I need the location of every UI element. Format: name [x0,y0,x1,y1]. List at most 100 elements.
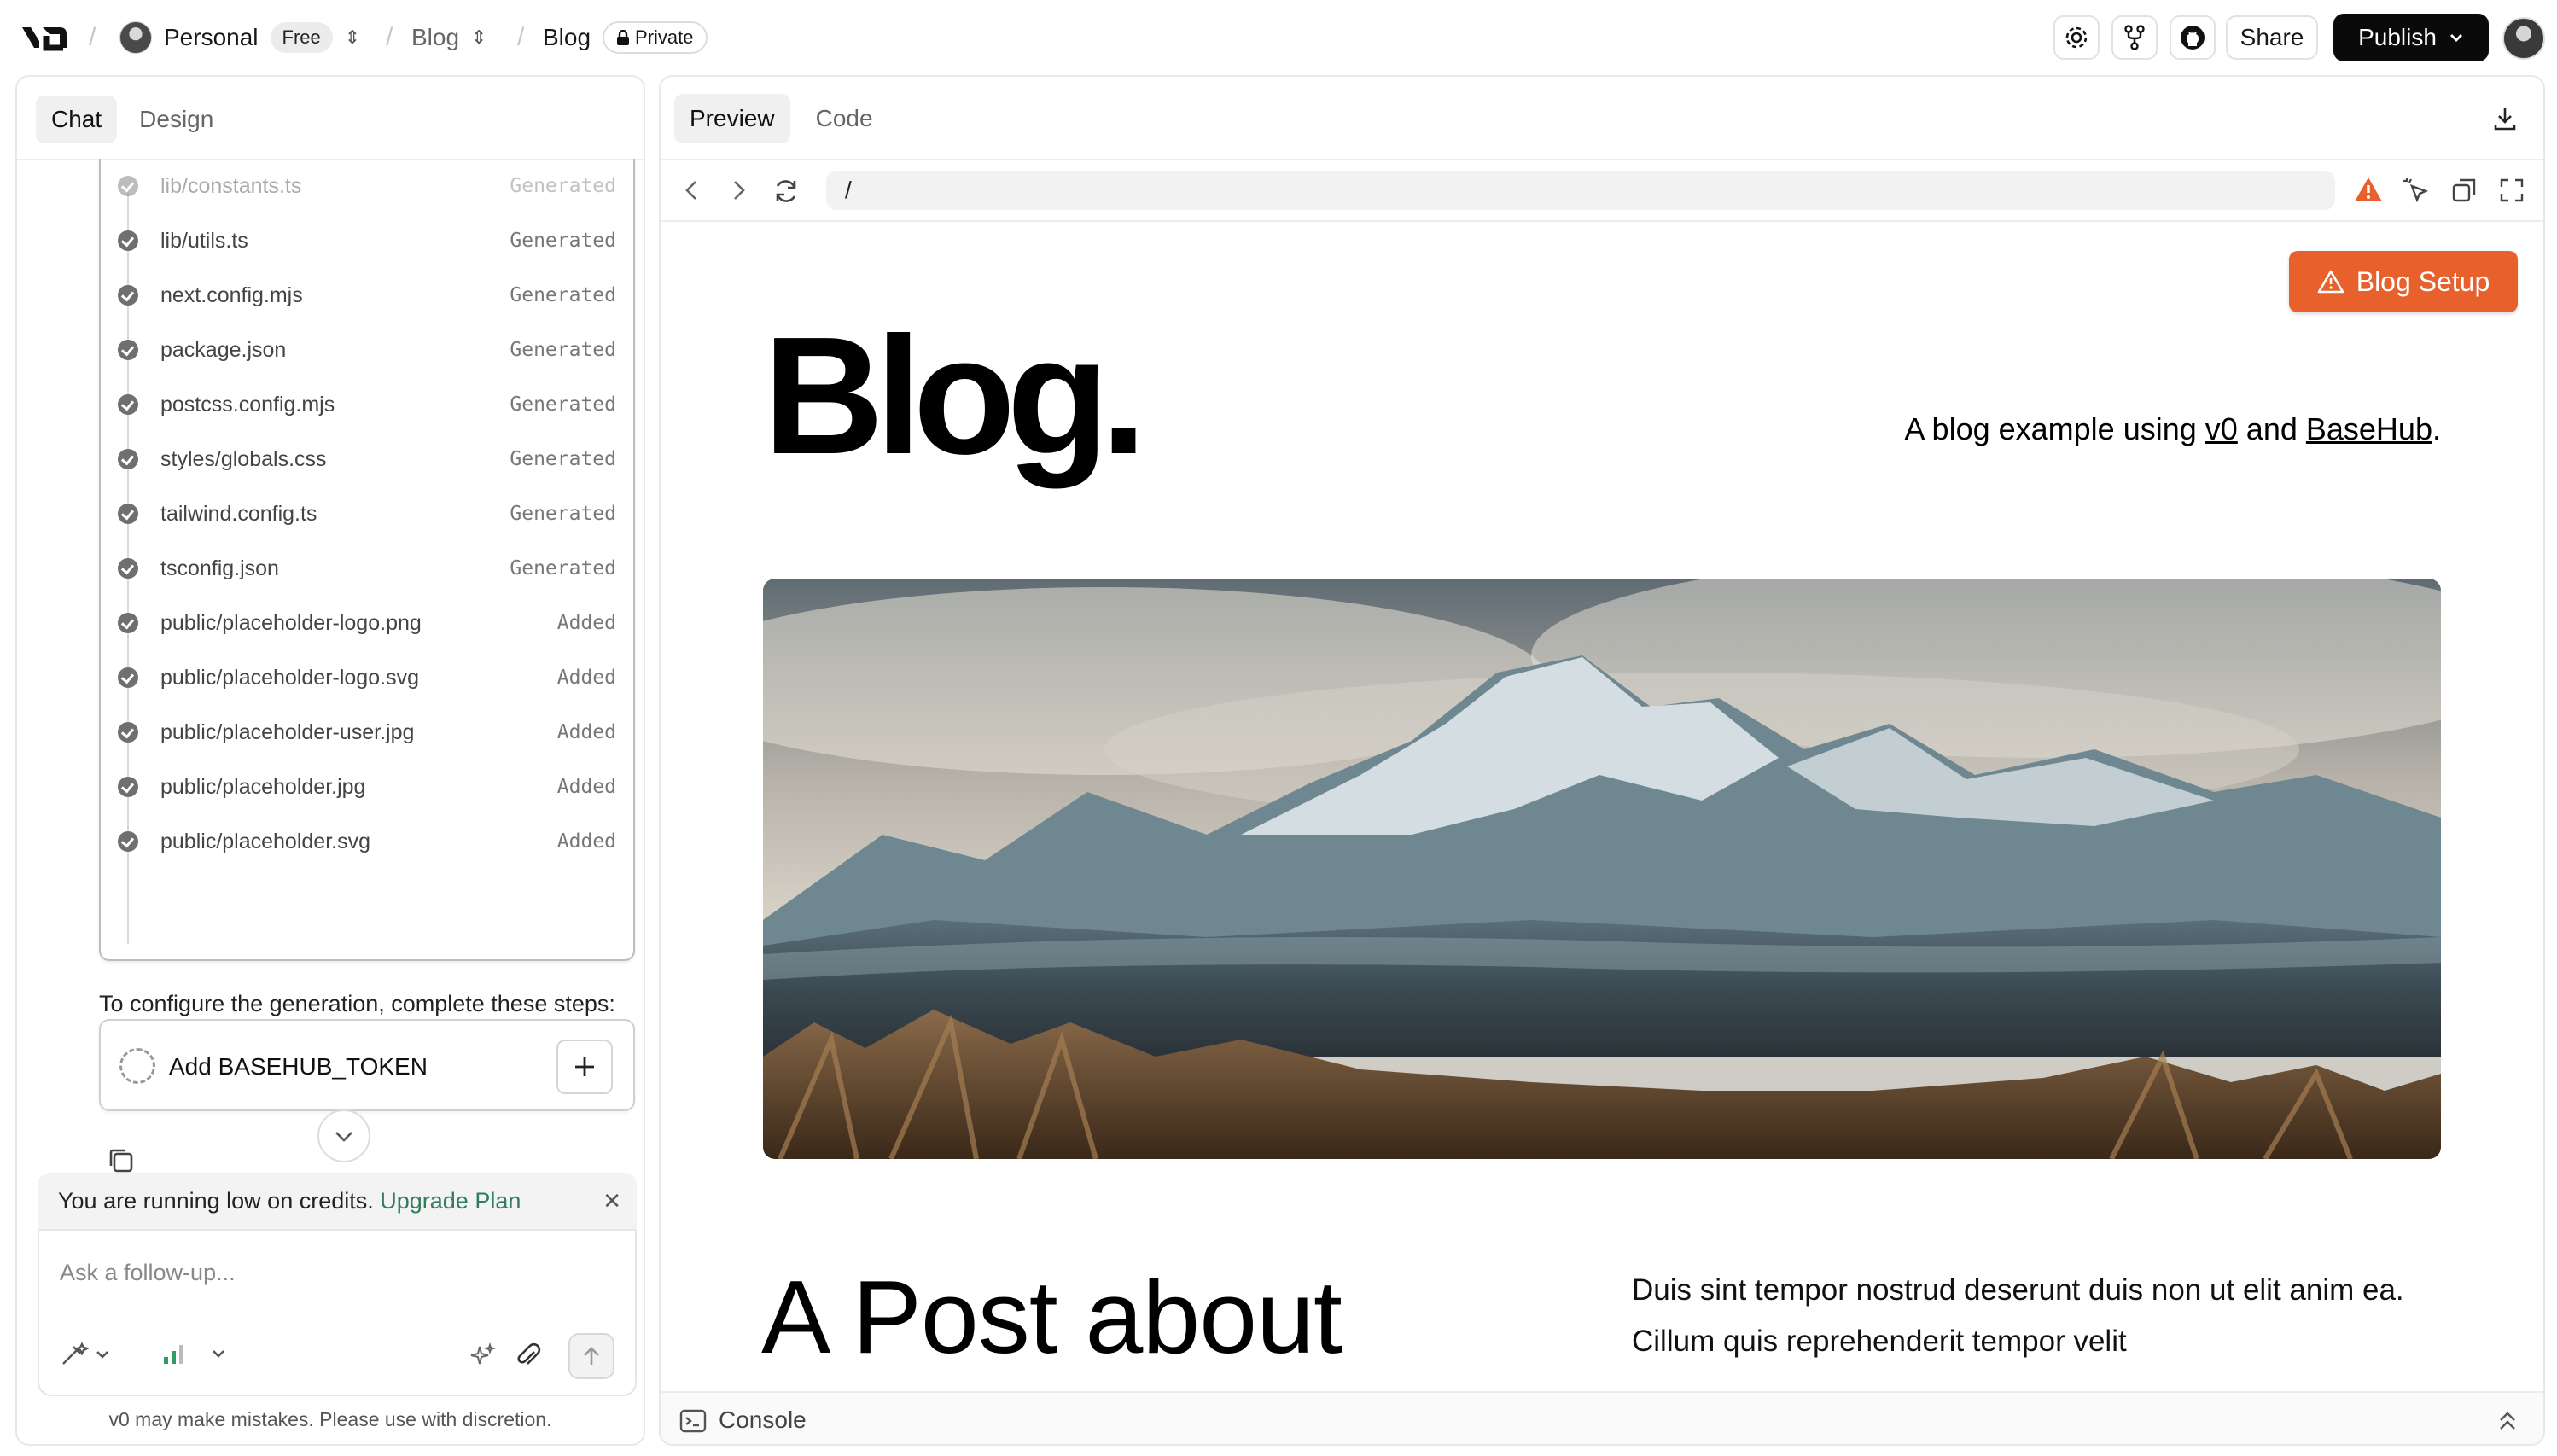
warning-icon[interactable] [2354,176,2383,203]
browser-toolbar: / [661,160,2543,220]
tab-chat[interactable]: Chat [36,96,118,143]
file-status: Added [556,830,616,853]
file-row[interactable]: tailwind.config.ts Generated [101,486,633,541]
settings-button[interactable] [2053,15,2100,60]
visibility-badge[interactable]: Private [603,21,708,54]
file-row[interactable]: public/placeholder.jpg Added [101,760,633,814]
fork-button[interactable] [2111,15,2158,60]
signal-bars-icon [164,1345,183,1364]
file-row[interactable]: public/placeholder-logo.svg Added [101,650,633,705]
tab-code[interactable]: Code [801,94,888,143]
file-status: Added [556,667,616,689]
chat-title[interactable]: Blog Private [543,0,708,75]
project-switcher[interactable]: Blog ⇕ [411,0,486,75]
v0-link[interactable]: v0 [2205,411,2238,446]
file-row[interactable]: postcss.config.mjs Generated [101,377,633,432]
file-row[interactable]: tsconfig.json Generated [101,541,633,596]
forward-icon[interactable] [731,179,748,201]
chevrons-up-icon[interactable] [2497,1410,2518,1432]
copy-icon[interactable] [106,1145,137,1176]
user-avatar[interactable] [2502,17,2545,60]
credits-text: You are running low on credits. [58,1187,374,1214]
file-status: Generated [510,503,616,525]
disclaimer: v0 may make mistakes. Please use with di… [108,1408,552,1430]
setup-step-label: Add BASEHUB_TOKEN [169,1053,428,1080]
tab-preview[interactable]: Preview [674,94,790,143]
fullscreen-icon[interactable] [2499,178,2525,203]
file-row[interactable]: public/placeholder-logo.png Added [101,596,633,650]
basehub-link[interactable]: BaseHub [2306,411,2432,446]
add-token-button[interactable] [556,1040,613,1094]
tagline-prefix: A blog example using [1904,411,2205,446]
share-button[interactable]: Share [2226,15,2318,60]
magic-tools-icon [62,1342,89,1365]
download-icon[interactable] [2492,106,2518,131]
breadcrumb-separator-3: / [517,23,525,51]
v0-logo-icon[interactable] [20,22,68,53]
attach-button[interactable] [514,1342,543,1371]
check-circle-icon [118,504,138,524]
post-title[interactable]: A Post about [761,1265,1343,1369]
tools-dropdown[interactable] [60,1342,109,1367]
low-credits-banner: You are running low on credits. Upgrade … [38,1173,637,1229]
file-name: package.json [160,337,287,362]
tab-design[interactable]: Design [124,96,229,143]
blog-setup-button[interactable]: Blog Setup [2289,251,2518,312]
warning-triangle-icon [2317,270,2344,294]
select-element-icon[interactable] [2402,176,2431,205]
github-button[interactable] [2170,15,2216,60]
follow-up-input[interactable]: Ask a follow-up... [38,1229,637,1396]
chevron-up-down-icon: ⇕ [344,26,361,48]
file-row[interactable]: next.config.mjs Generated [101,268,633,323]
paperclip-icon [517,1342,541,1365]
check-circle-icon [118,230,138,251]
file-row[interactable]: lib/constants.ts Generated [101,159,633,213]
plus-icon [575,1057,594,1076]
plan-badge: Free [270,22,333,53]
close-icon[interactable]: ✕ [603,1188,621,1214]
blog-tagline: A blog example using v0 and BaseHub. [1905,411,2441,447]
check-circle-icon [118,449,138,469]
workspace-switcher[interactable]: Personal Free ⇕ [119,0,360,75]
refresh-icon[interactable] [772,178,801,205]
breadcrumb-separator-2: / [386,23,393,51]
model-dropdown[interactable] [162,1342,225,1366]
file-name: tailwind.config.ts [160,501,317,526]
send-button[interactable] [568,1333,614,1379]
input-placeholder: Ask a follow-up... [60,1260,236,1285]
publish-button[interactable]: Publish [2333,14,2489,61]
upgrade-plan-link[interactable]: Upgrade Plan [380,1188,521,1214]
config-instructions: To configure the generation, complete th… [99,991,615,1016]
check-circle-icon [118,831,138,852]
blog-setup-label: Blog Setup [2356,265,2490,297]
breadcrumb-separator: / [89,23,96,51]
console-label: Console [719,1406,807,1433]
preview-panel: Preview Code / Blog Setup Blog. A blog e… [659,75,2545,1446]
enhance-prompt-button[interactable] [468,1342,497,1371]
file-row[interactable]: public/placeholder.svg Added [101,814,633,869]
git-fork-icon [2124,25,2145,50]
setup-step-basehub-token[interactable]: Add BASEHUB_TOKEN [99,1019,635,1111]
file-row[interactable]: lib/utils.ts Generated [101,213,633,268]
console-bar[interactable]: Console [661,1391,2543,1444]
chat-tabs: Chat Design [36,96,229,143]
tagline-suffix: . [2432,411,2441,446]
chevron-down-icon [96,1351,108,1359]
open-new-window-icon[interactable] [2451,178,2477,203]
post-excerpt: Duis sint tempor nostrud deserunt duis n… [1632,1273,2404,1358]
arrow-up-icon [584,1347,599,1365]
file-row[interactable]: styles/globals.css Generated [101,432,633,486]
url-input[interactable]: / [826,171,2335,210]
back-icon[interactable] [683,179,700,201]
chat-panel: Chat Design lib/constants.ts Generated l… [15,75,645,1446]
file-row[interactable]: package.json Generated [101,323,633,377]
scroll-to-bottom-button[interactable] [317,1109,370,1162]
terminal-icon [679,1409,707,1433]
file-status: Generated [510,284,616,306]
file-status: Added [556,776,616,798]
file-row[interactable]: public/placeholder-user.jpg Added [101,705,633,760]
file-status: Generated [510,448,616,470]
file-status: Generated [510,230,616,252]
preview-viewport: Blog Setup Blog. A blog example using v0… [661,222,2543,1391]
chevron-down-icon [335,1132,352,1142]
